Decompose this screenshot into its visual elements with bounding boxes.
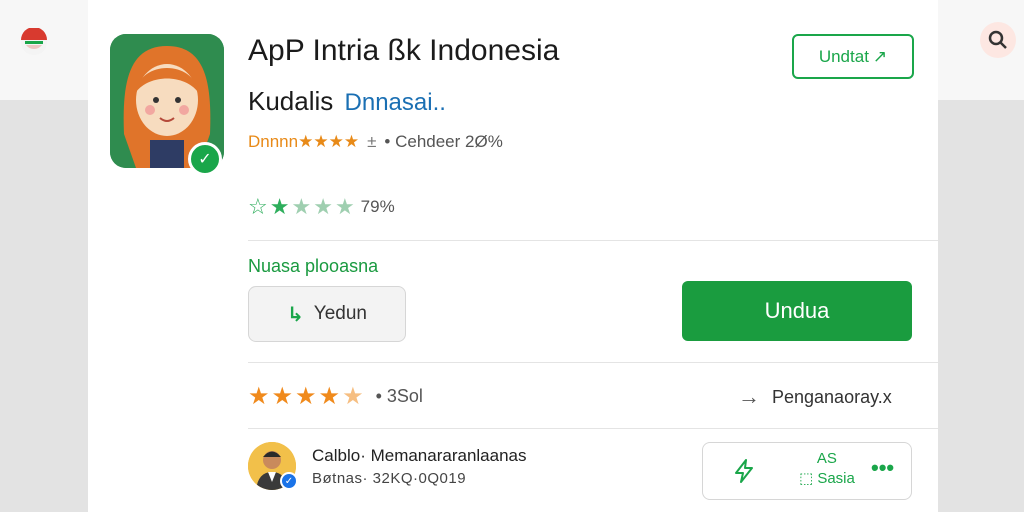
developer-name[interactable]: Kudalis: [248, 86, 333, 116]
meta-rating: Dnnnn★★★★: [248, 132, 360, 151]
star-icon: ★: [318, 383, 341, 410]
review-count: • 3Sol: [375, 386, 423, 406]
action-label-line-1: AS: [816, 450, 837, 467]
meta-text: • Cehdeer 2Ø%: [384, 132, 503, 151]
arrow-right-icon: →: [738, 384, 760, 409]
verified-badge-icon: ✓: [188, 142, 222, 176]
update-arrow-icon: ↗: [872, 46, 888, 66]
install-section-label: Nuasa plooasna: [248, 256, 379, 276]
reviews-rating: ★ ★ ★ ★ ★ • 3Sol: [248, 382, 423, 411]
update-button[interactable]: Undtat ↗: [792, 34, 914, 79]
reviews-link[interactable]: → Penganaoray.x: [738, 384, 892, 410]
bolt-icon[interactable]: [733, 459, 755, 489]
star-icon: ★: [295, 383, 317, 410]
app-title: ApP Intria ßk Indonesia: [248, 34, 560, 67]
star-icon: ★: [269, 194, 290, 219]
search-icon[interactable]: [980, 22, 1016, 58]
secondary-button-label: Yedun: [313, 303, 367, 324]
update-button-label: Undtat: [818, 46, 869, 66]
star-icon: ★: [248, 383, 270, 410]
verified-check-icon: ✓: [280, 472, 298, 490]
action-card[interactable]: AS ⬚ Sasia •••: [702, 442, 912, 500]
user-subtitle: Bøtnas· 32KQ·0Q019: [312, 470, 467, 487]
star-icon: ★: [334, 194, 355, 219]
app-meta: Dnnnn★★★★ ± • Cehdeer 2Ø%: [248, 132, 503, 152]
action-label-line-2: ⬚ Sasia: [799, 470, 855, 487]
meta-separator: ±: [367, 132, 377, 151]
flag-icon[interactable]: [18, 28, 50, 56]
reviews-link-label: Penganaoray.x: [772, 386, 892, 407]
star-icon: ☆: [248, 194, 268, 219]
install-primary-button[interactable]: Undua: [682, 281, 912, 341]
download-secondary-button[interactable]: ↳ Yedun: [248, 286, 406, 342]
category-link[interactable]: Dnnasai..: [345, 89, 446, 116]
divider: [248, 428, 938, 429]
star-half-icon: ★: [342, 383, 364, 410]
download-icon: ↳: [287, 303, 304, 326]
more-options-icon[interactable]: •••: [871, 455, 894, 481]
app-subtitle: Kudalis Dnnasai..: [248, 86, 446, 117]
star-icon: ★: [291, 194, 312, 219]
summary-rating: ☆ ★ ★ ★ ★ 79%: [248, 194, 395, 220]
action-card-label: AS ⬚ Sasia: [799, 449, 855, 489]
divider: [248, 240, 938, 241]
star-icon: ★: [313, 194, 333, 219]
user-name: Calblo· Memanararanlaanas: [312, 446, 527, 465]
star-icon: ★: [271, 383, 294, 410]
divider: [248, 362, 938, 363]
rating-percent: 79%: [360, 197, 395, 216]
